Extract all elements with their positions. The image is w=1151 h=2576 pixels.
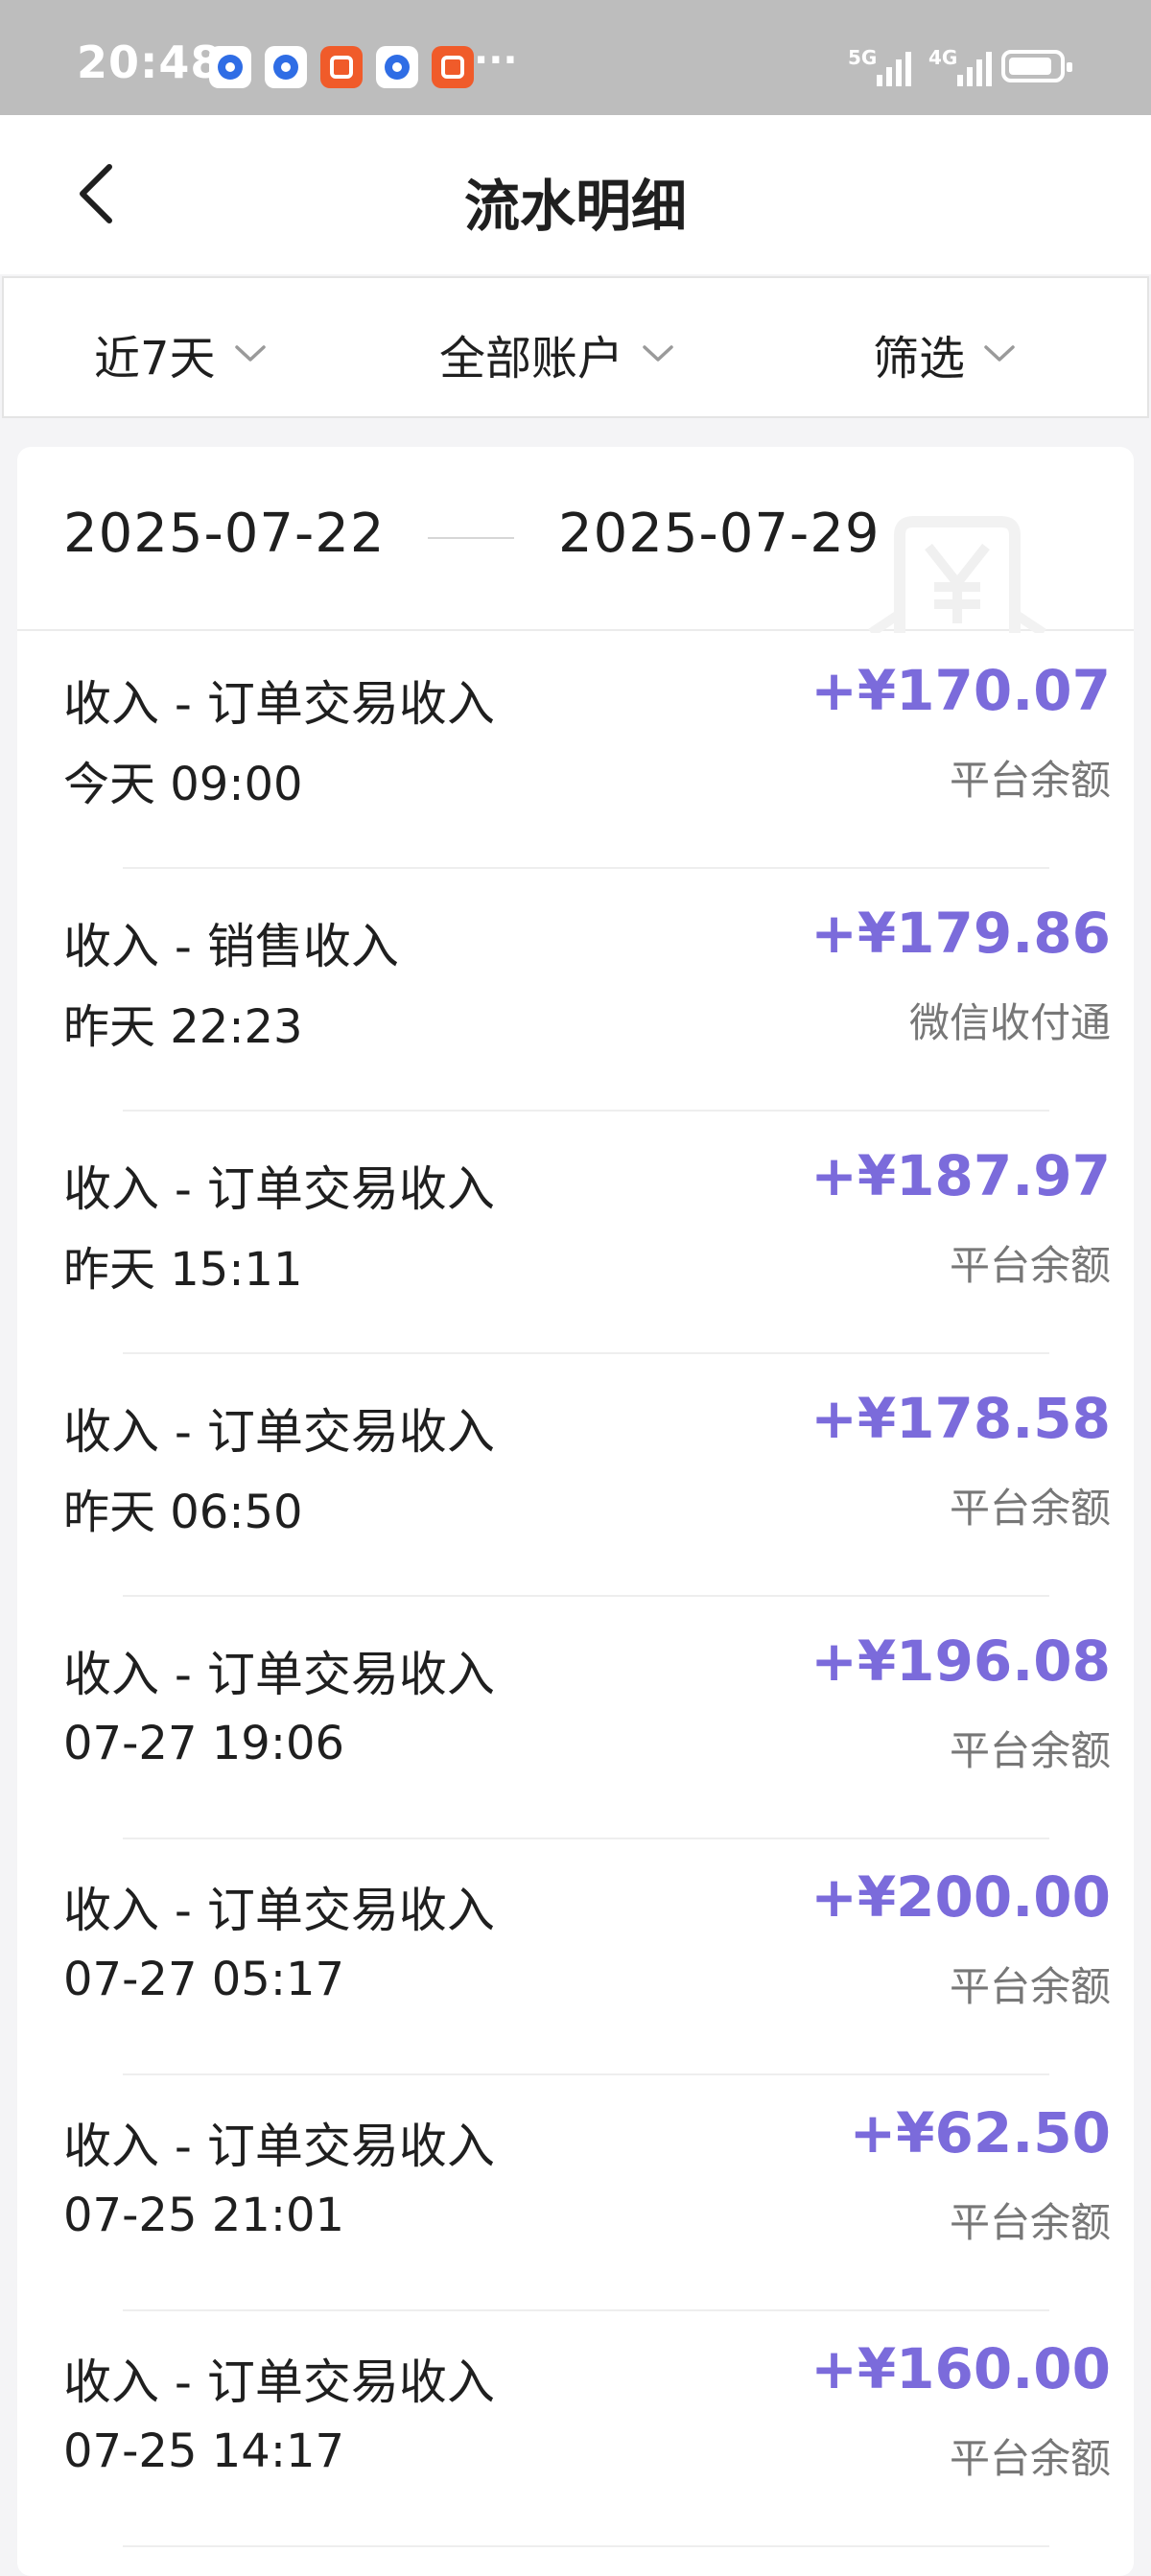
status-time: 20:48 bbox=[77, 36, 223, 88]
transaction-item[interactable]: 收入 - 订单交易收入 07-25 21:01 +¥62.50 平台余额 bbox=[17, 2072, 1134, 2311]
transaction-item[interactable]: 收入 - 订单交易收入 07-27 19:06 +¥196.08 平台余额 bbox=[17, 1600, 1134, 1839]
notification-icons bbox=[209, 46, 474, 88]
transaction-account: 平台余额 bbox=[949, 2199, 1111, 2246]
page-title: 流水明细 bbox=[463, 174, 687, 239]
transaction-account: 平台余额 bbox=[949, 2435, 1111, 2482]
signal-indicators: 5G 4G bbox=[848, 46, 992, 86]
start-date: 2025-07-22 bbox=[63, 503, 386, 565]
more-notifications-icon: ··· bbox=[474, 38, 518, 82]
transaction-account: 平台余额 bbox=[949, 1485, 1111, 1532]
transaction-amount: +¥196.08 bbox=[810, 1628, 1111, 1694]
chevron-down-icon bbox=[234, 345, 266, 362]
transaction-time: 昨天 15:11 bbox=[63, 1243, 303, 1297]
yuan-watermark-icon bbox=[868, 516, 1046, 633]
end-date: 2025-07-29 bbox=[558, 503, 881, 565]
transaction-title: 收入 - 订单交易收入 bbox=[63, 2119, 495, 2174]
transaction-account: 平台余额 bbox=[949, 1727, 1111, 1774]
battery-icon bbox=[1001, 50, 1072, 82]
transaction-time: 昨天 06:50 bbox=[63, 1486, 303, 1539]
transaction-amount: +¥170.07 bbox=[810, 658, 1111, 723]
transaction-amount: +¥200.00 bbox=[810, 1864, 1111, 1930]
transaction-title: 收入 - 订单交易收入 bbox=[63, 1883, 495, 1938]
app-notification-icon bbox=[320, 46, 363, 88]
app-notification-icon bbox=[209, 46, 251, 88]
transaction-account: 平台余额 bbox=[949, 1963, 1111, 2010]
transaction-title: 收入 - 订单交易收入 bbox=[63, 1404, 495, 1460]
transaction-card: 2025-07-22 2025-07-29 收入 - 订单交易收入 今天 09:… bbox=[17, 447, 1134, 2576]
transaction-title: 收入 - 订单交易收入 bbox=[63, 1161, 495, 1217]
divider bbox=[123, 2545, 1049, 2547]
transaction-time: 昨天 22:23 bbox=[63, 1000, 303, 1054]
transaction-item[interactable]: 收入 - 销售收入 昨天 22:23 +¥179.86 微信收付通 bbox=[17, 872, 1134, 1112]
period-label: 近7天 bbox=[94, 332, 216, 386]
app-notification-icon bbox=[376, 46, 418, 88]
divider bbox=[123, 1595, 1049, 1597]
filter-bar: 近7天 全部账户 筛选 bbox=[2, 276, 1149, 418]
transaction-amount: +¥160.00 bbox=[810, 2336, 1111, 2401]
account-dropdown[interactable]: 全部账户 bbox=[439, 320, 673, 387]
signal-4g-icon: 4G bbox=[928, 46, 992, 86]
transaction-time: 07-25 21:01 bbox=[63, 2189, 345, 2242]
transaction-item[interactable]: 收入 - 订单交易收入 昨天 06:50 +¥178.58 平台余额 bbox=[17, 1357, 1134, 1597]
transaction-item[interactable]: 收入 - 订单交易收入 昨天 15:11 +¥187.97 平台余额 bbox=[17, 1114, 1134, 1354]
app-notification-icon bbox=[265, 46, 307, 88]
transaction-account: 微信收付通 bbox=[908, 999, 1111, 1046]
transaction-item[interactable]: 收入 - 订单交易收入 07-25 14:17 +¥160.00 平台余额 bbox=[17, 2307, 1134, 2547]
transaction-account: 平台余额 bbox=[949, 757, 1111, 804]
transaction-amount: +¥187.97 bbox=[810, 1143, 1111, 1208]
period-dropdown[interactable]: 近7天 bbox=[94, 320, 266, 387]
divider bbox=[123, 1110, 1049, 1112]
divider bbox=[123, 867, 1049, 869]
filter-dropdown[interactable]: 筛选 bbox=[873, 320, 1015, 387]
divider bbox=[123, 1352, 1049, 1354]
date-separator bbox=[428, 537, 514, 539]
header: 流水明细 bbox=[0, 115, 1151, 274]
app-notification-icon bbox=[432, 46, 474, 88]
transaction-time: 07-25 14:17 bbox=[63, 2424, 345, 2478]
status-bar: 20:48 ··· 5G 4G bbox=[0, 0, 1151, 115]
transaction-title: 收入 - 订单交易收入 bbox=[63, 676, 495, 732]
transaction-account: 平台余额 bbox=[949, 1242, 1111, 1289]
chevron-down-icon bbox=[984, 345, 1015, 362]
transaction-amount: +¥179.86 bbox=[810, 901, 1111, 966]
transaction-title: 收入 - 销售收入 bbox=[63, 919, 399, 974]
transaction-item[interactable]: 收入 - 订单交易收入 07-27 05:17 +¥200.00 平台余额 bbox=[17, 1836, 1134, 2075]
transaction-time: 07-27 05:17 bbox=[63, 1953, 345, 2006]
transaction-title: 收入 - 订单交易收入 bbox=[63, 1647, 495, 1702]
date-range[interactable]: 2025-07-22 2025-07-29 bbox=[17, 447, 1134, 633]
chevron-down-icon bbox=[643, 345, 673, 362]
transaction-amount: +¥178.58 bbox=[810, 1386, 1111, 1451]
filter-label: 筛选 bbox=[873, 332, 966, 386]
signal-5g-icon: 5G bbox=[848, 46, 911, 86]
transaction-title: 收入 - 订单交易收入 bbox=[63, 2354, 495, 2410]
transaction-amount: +¥62.50 bbox=[849, 2100, 1111, 2166]
transaction-time: 07-27 19:06 bbox=[63, 1717, 345, 1770]
transaction-item[interactable]: 收入 - 订单交易收入 今天 09:00 +¥170.07 平台余额 bbox=[17, 629, 1134, 869]
account-label: 全部账户 bbox=[439, 332, 624, 386]
transaction-time: 今天 09:00 bbox=[63, 758, 303, 811]
